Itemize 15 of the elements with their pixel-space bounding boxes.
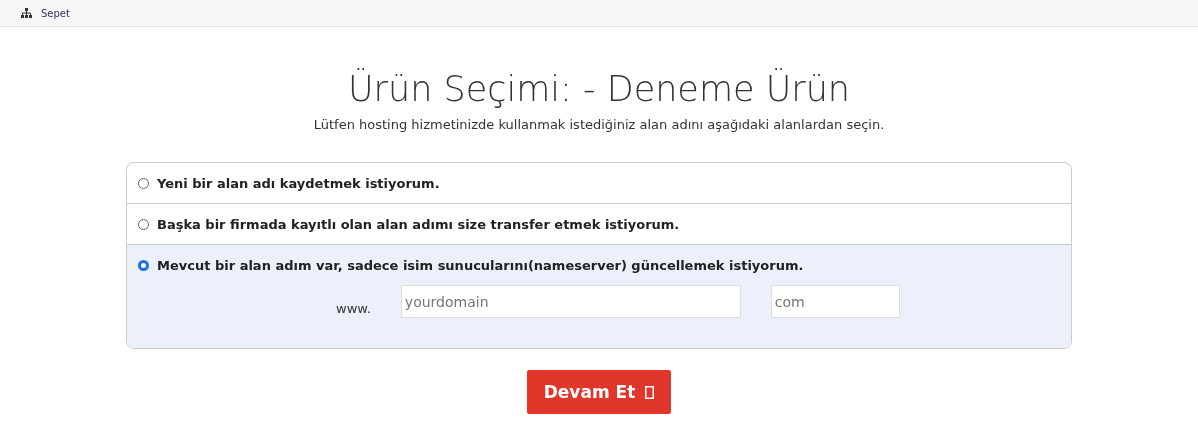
sitemap-icon: [21, 8, 32, 18]
continue-button[interactable]: Devam Et: [526, 370, 672, 414]
radio-button[interactable]: [138, 259, 149, 271]
tld-field[interactable]: com: [770, 285, 900, 318]
breadcrumb-link[interactable]: Sepet: [41, 7, 70, 19]
page-subtitle: Lütfen hosting hizmetinizde kullanmak istediğiniz alan adını aşağıdaki alanlardan seçin.: [313, 117, 885, 132]
radio-button[interactable]: [138, 218, 149, 230]
radio-button[interactable]: [138, 177, 149, 189]
www-prefix: www.: [336, 301, 371, 316]
domain-name-field[interactable]: yourdomain: [400, 285, 741, 318]
domain-option[interactable]: Yeni bir alan adı kaydetmek istiyorum.: [127, 163, 1071, 203]
page-title: Ürün Seçimi: - Deneme Ürün: [348, 69, 850, 109]
domain-option[interactable]: Başka bir firmada kayıtlı olan alan adımı size transfer etmek istiyorum.: [127, 204, 1071, 244]
missing-glyph-icon: [645, 385, 655, 399]
domain-option[interactable]: Mevcut bir alan adım var, sadece isim sunucularını(nameserver) güncellemek istiyorum.: [127, 245, 1071, 285]
